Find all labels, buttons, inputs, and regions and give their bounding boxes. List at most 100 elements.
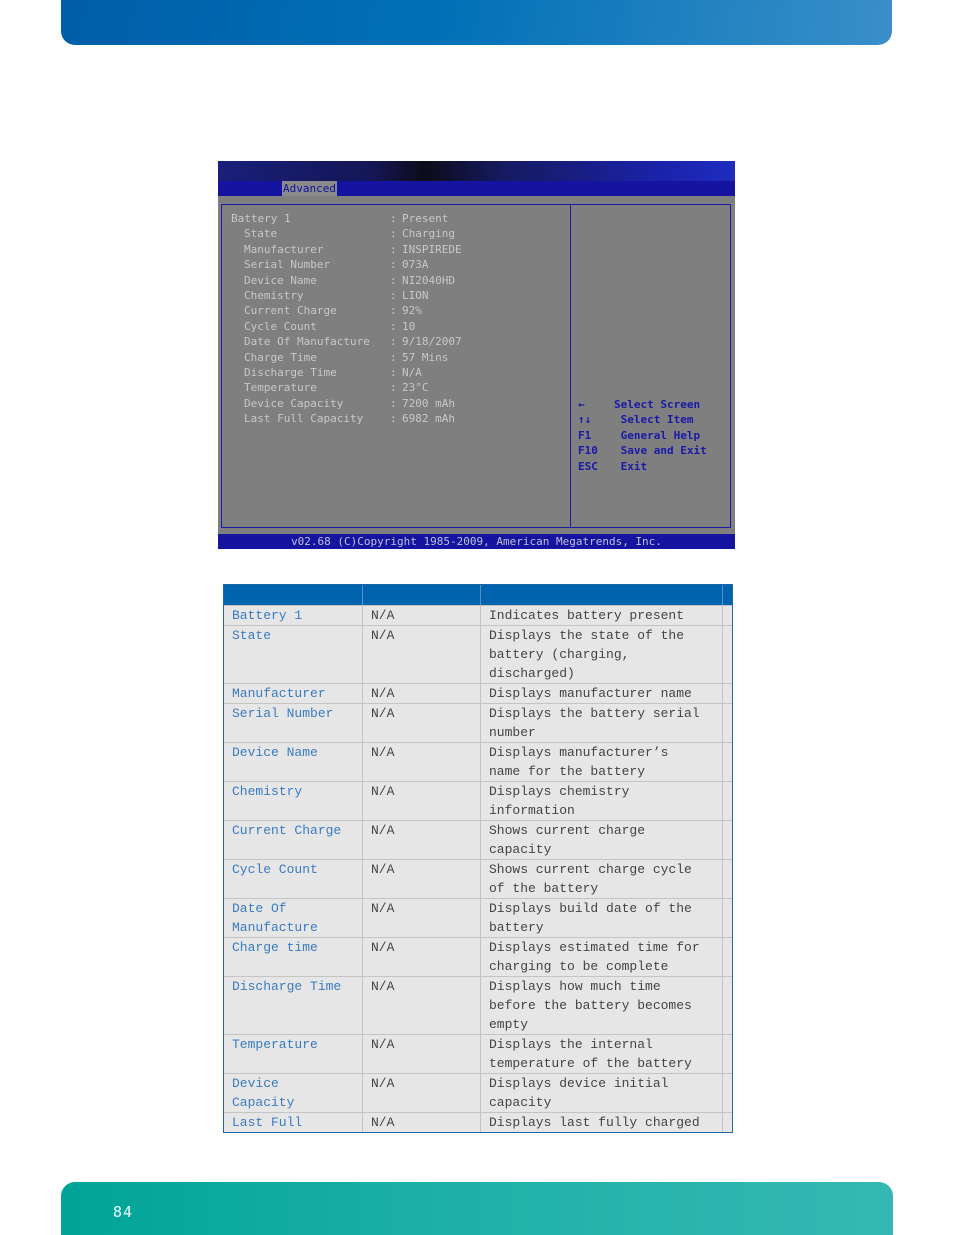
table-row: Charge time N/A Displays estimated time fo…	[224, 937, 732, 976]
help-description: General Help	[614, 428, 701, 442]
setting-name-line: Battery 1	[232, 608, 303, 623]
bios-setting-row[interactable]: Cycle Count:10	[231, 319, 561, 334]
arrow-left-icon: ←	[578, 398, 585, 411]
description-cell: Displays the battery serial number	[481, 704, 723, 742]
help-item: ↑↓ Select Item	[578, 412, 728, 427]
bios-setting-value: Charging	[402, 227, 455, 241]
bios-title-bar	[218, 161, 735, 181]
description-cell: Displays last fully charged	[481, 1113, 723, 1132]
setting-name-cell: Device Capacity	[224, 1074, 363, 1112]
table-row: Date Of Manufacture N/A Displays build date…	[224, 898, 732, 937]
tab-advanced[interactable]: Advanced	[282, 181, 337, 196]
setting-name-line: Chemistry	[232, 784, 303, 799]
bios-setting-separator: :	[390, 258, 397, 272]
bios-setting-row[interactable]: Serial Number:073A	[231, 257, 561, 272]
bios-setting-value: 9/18/2007	[402, 335, 462, 349]
bios-setting-separator: :	[390, 412, 397, 426]
bios-setting-value: N/A	[402, 366, 422, 379]
setting-name-cell: Manufacturer	[224, 684, 363, 703]
setting-name-line: Manufacturer	[232, 686, 326, 701]
table-row: Cycle Count N/A Shows current charge cycle…	[224, 859, 732, 898]
bios-setting-separator: :	[390, 304, 397, 318]
header-band	[61, 0, 892, 45]
bios-setting-separator: :	[390, 396, 397, 410]
help-item: ESC Exit	[578, 459, 728, 474]
default-value-cell: N/A	[363, 606, 481, 625]
bios-setting-row[interactable]: Charge Time:57 Mins	[231, 350, 561, 365]
description-line: Displays manufacturer name	[489, 686, 692, 701]
help-description: Select Screen	[614, 398, 701, 411]
bios-setting-row[interactable]: Chemistry: LION	[231, 288, 561, 303]
bios-setting-separator: :	[390, 212, 397, 225]
bios-setting-value: 57 Mins	[402, 350, 449, 364]
table-row: Last Full N/A Displays last fully charged	[224, 1112, 732, 1132]
bios-setting-label: Serial Number	[244, 258, 331, 272]
description-line: Displays manufacturer’s	[489, 745, 669, 760]
bios-setting-row[interactable]: Battery 1: Present	[231, 211, 561, 226]
bios-setting-label: Last Full Capacity	[244, 412, 364, 426]
bios-setting-separator: :	[390, 319, 397, 333]
bios-setting-row[interactable]: Device Name: NI2040HD	[231, 273, 561, 288]
description-cell: Shows current charge cycle of the battery	[481, 860, 723, 898]
description-line: Displays chemistry	[489, 784, 630, 799]
bios-setting-row[interactable]: Device Capacity:7200 mAh	[231, 396, 561, 411]
setting-name-line: Discharge Time	[232, 979, 342, 994]
setting-name-cell: Cycle Count	[224, 860, 363, 898]
description-line: Displays last fully charged	[489, 1115, 700, 1130]
description-cell: Displays how much time before the battery…	[481, 977, 723, 1034]
default-value-cell: N/A	[363, 1113, 481, 1132]
setting-name-line: Cycle Count	[232, 862, 318, 877]
setting-name-cell: Last Full	[224, 1113, 363, 1132]
bios-setting-separator: :	[390, 335, 397, 349]
bios-setting-separator: :	[390, 289, 397, 302]
bios-setting-label: State	[244, 227, 278, 241]
setting-name-cell: Chemistry	[224, 782, 363, 820]
table-header	[224, 585, 732, 605]
bios-setting-row[interactable]: Discharge Time: N/A	[231, 365, 561, 380]
bios-setting-row[interactable]: State: Charging	[231, 226, 561, 241]
bios-setting-row[interactable]: Date Of Manufacture:9/18/2007	[231, 334, 561, 349]
bios-setting-row[interactable]: Last Full Capacity:6982 mAh	[231, 411, 561, 426]
bios-setting-row[interactable]: Manufacturer: INSPIREDE	[231, 242, 561, 257]
help-description: Select Item	[614, 413, 694, 427]
description-cell: Displays the internal temperature of the …	[481, 1035, 723, 1073]
bios-setting-row[interactable]: Temperature:23°C	[231, 380, 561, 395]
description-line: temperature of the battery	[489, 1056, 692, 1071]
bios-setting-label: Cycle Count	[244, 319, 317, 333]
help-item: F10 Save and Exit	[578, 443, 728, 458]
setting-name-cell: Serial Number	[224, 704, 363, 742]
description-line: Displays the internal	[489, 1037, 653, 1052]
description-cell: Displays chemistry information	[481, 782, 723, 820]
description-line: Indicates battery present	[489, 608, 685, 623]
default-value-cell: N/A	[363, 1035, 481, 1073]
description-line: Displays the state of the	[489, 628, 685, 643]
setting-name-line: Charge time	[232, 940, 318, 955]
bios-setting-row[interactable]: Current Charge:92%	[231, 303, 561, 318]
default-value-cell: N/A	[363, 977, 481, 1034]
help-description: Exit	[614, 459, 648, 473]
help-key: F10	[578, 444, 598, 458]
table-row: Serial Number N/A Displays the battery ser…	[224, 703, 732, 742]
table-header-cell	[481, 585, 723, 605]
help-key: ESC	[578, 459, 598, 473]
setting-name-line: Device	[232, 1076, 279, 1091]
description-line: Displays how much time	[489, 979, 661, 994]
bios-setting-label: Discharge Time	[244, 366, 337, 379]
table-row: Discharge Time N/A Displays how much time b…	[224, 976, 732, 1034]
bios-setting-separator: :	[390, 366, 397, 379]
setting-name-line: Date Of	[232, 901, 287, 916]
help-item: F1 General Help	[578, 428, 728, 443]
bios-help-panel: ← Select Screen ↑↓ Select Item F1 General H…	[570, 204, 731, 528]
setting-name-cell: Charge time	[224, 938, 363, 976]
bios-tab-bar: Advanced	[218, 181, 735, 196]
setting-name-cell: State	[224, 626, 363, 683]
description-line: number	[489, 725, 536, 740]
description-line: capacity	[489, 842, 552, 857]
bios-setting-label: Battery 1	[231, 212, 291, 225]
bios-setting-value: 92%	[402, 304, 422, 318]
description-line: Shows current charge cycle	[489, 862, 692, 877]
setting-name-cell: Battery 1	[224, 606, 363, 625]
bios-setting-value: Present	[402, 212, 449, 225]
default-value-cell: N/A	[363, 860, 481, 898]
setting-name-line: Capacity	[232, 1095, 295, 1110]
